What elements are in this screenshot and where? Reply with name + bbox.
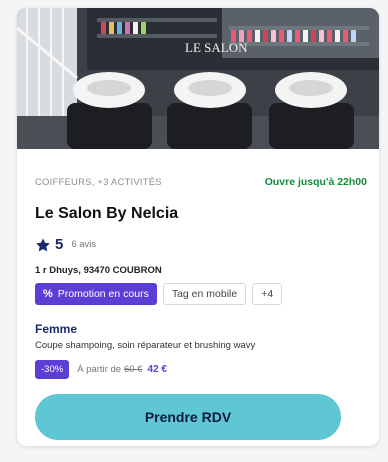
book-appointment-button[interactable]: Prendre RDV bbox=[35, 394, 341, 440]
salon-photo[interactable]: LE SALON bbox=[17, 8, 379, 149]
price-from-label: À partir de bbox=[77, 364, 122, 375]
rating-value: 5 bbox=[55, 236, 64, 253]
price-row: -30% À partir de 60 € 42 € bbox=[35, 360, 167, 379]
promotion-tag-label: Promotion en cours bbox=[57, 288, 149, 300]
salon-address: 1 r Dhuys, 93470 COUBRON bbox=[35, 265, 162, 276]
percent-icon: % bbox=[43, 288, 53, 300]
service-category: Femme bbox=[35, 322, 78, 336]
star-icon bbox=[36, 237, 50, 251]
service-description: Coupe shampoing, soin réparateur et brus… bbox=[35, 340, 256, 351]
category-label: COIFFEURS, +3 ACTIVITÉS bbox=[35, 177, 162, 188]
new-price: 42 € bbox=[147, 364, 167, 375]
tag-list: % Promotion en cours Tag en mobile +4 bbox=[35, 283, 283, 305]
salon-card[interactable]: LE SALON COIFFEURS, +3 ACTIVITÉS Ouvre j… bbox=[17, 8, 379, 446]
old-price: 60 € bbox=[124, 364, 143, 375]
salon-name[interactable]: Le Salon By Nelcia bbox=[35, 205, 178, 223]
mobile-tag[interactable]: Tag en mobile bbox=[162, 283, 247, 305]
promotion-tag[interactable]: % Promotion en cours bbox=[35, 283, 157, 305]
rating: 5 6 avis bbox=[35, 236, 96, 253]
discount-badge: -30% bbox=[35, 360, 70, 379]
review-count[interactable]: 6 avis bbox=[71, 239, 96, 250]
photo-sign: LE SALON bbox=[185, 40, 248, 55]
opening-status: Ouvre jusqu'à 22h00 bbox=[264, 176, 367, 188]
more-tags[interactable]: +4 bbox=[252, 283, 283, 305]
